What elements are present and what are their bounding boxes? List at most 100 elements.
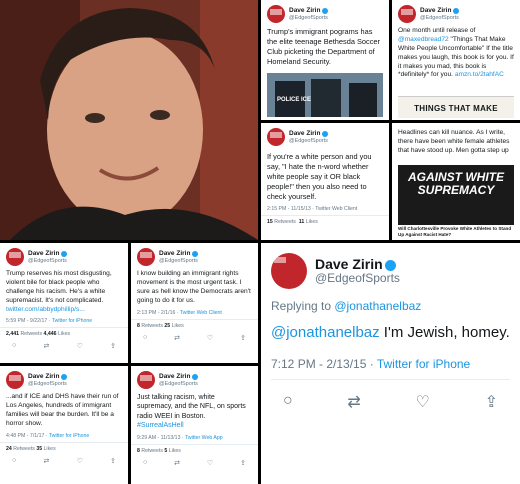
- share-icon[interactable]: ⇪: [240, 334, 246, 342]
- tweet-meta: 9:29 AM - 11/13/13 · Twitter Web App: [137, 434, 223, 441]
- verified-icon: [322, 130, 329, 137]
- avatar[interactable]: [267, 5, 285, 23]
- verified-icon: [61, 250, 68, 257]
- reply-icon[interactable]: ○: [143, 334, 147, 342]
- mention-link[interactable]: @jonathanelbaz: [271, 324, 380, 341]
- reply-context: Replying to @jonathanelbaz: [271, 299, 422, 313]
- reply-icon[interactable]: ○: [143, 459, 147, 467]
- author-handle[interactable]: @EdgeofSports: [315, 271, 400, 285]
- tweet-actions: ○ ⇄ ♡ ⇪: [0, 455, 128, 465]
- avatar[interactable]: [6, 371, 24, 389]
- avatar[interactable]: [137, 371, 155, 389]
- author-name: Dave Zirin: [28, 373, 60, 381]
- tweet-image[interactable]: POLICE ICE: [267, 73, 383, 117]
- avatar[interactable]: [271, 253, 307, 289]
- author-handle[interactable]: @EdgeofSports: [420, 15, 459, 21]
- share-icon[interactable]: ⇪: [485, 392, 498, 412]
- share-icon[interactable]: ⇪: [110, 342, 116, 350]
- verified-icon: [322, 7, 329, 14]
- tweet-meta: 7:12 PM - 2/13/15 · Twitter for iPhone: [271, 343, 510, 380]
- retweet-icon[interactable]: ⇄: [43, 342, 49, 350]
- avatar[interactable]: [398, 5, 416, 23]
- link-caption[interactable]: Will Charlottesville Provoke White Athle…: [398, 226, 514, 237]
- image-caption: POLICE ICE: [277, 97, 312, 103]
- tweet-stats: 24 Retweets 35 Likes: [0, 441, 128, 455]
- tweet-text: One month until release of @maxedbread72…: [398, 27, 514, 79]
- reply-icon[interactable]: ○: [12, 342, 16, 350]
- author-handle[interactable]: @EdgeofSports: [159, 258, 198, 264]
- tweet-stats: 2,441 Retweets 4,446 Likes: [0, 327, 128, 340]
- banner-text: AGAINST WHITE SUPREMACY: [408, 170, 504, 197]
- tweet-text: I know building an immigrant rights move…: [137, 270, 251, 304]
- author-handle[interactable]: @EdgeofSports: [28, 258, 67, 264]
- verified-icon: [61, 373, 68, 380]
- heart-icon[interactable]: ♡: [207, 459, 213, 467]
- share-icon[interactable]: ⇪: [240, 459, 246, 467]
- retweet-icon[interactable]: ⇄: [174, 459, 180, 467]
- author-name: Dave Zirin: [420, 7, 452, 15]
- reply-icon[interactable]: ○: [283, 392, 293, 412]
- author-name: Dave Zirin: [159, 250, 191, 258]
- heart-icon[interactable]: ♡: [77, 457, 83, 465]
- heart-icon[interactable]: ♡: [207, 334, 213, 342]
- author-name: Dave Zirin: [289, 130, 321, 138]
- quoted-link[interactable]: twitter.com/abbydphillip/s...: [6, 306, 85, 313]
- tweet-stats: 8 Retweets 25 Likes: [131, 318, 258, 332]
- tweet-text: Headlines can kill nuance. As I write, t…: [398, 129, 510, 154]
- tweet-meta: 4:48 PM - 7/1/17 · Twitter for iPhone: [6, 432, 90, 439]
- book-link[interactable]: amzn.to/2tahfAC: [455, 71, 504, 78]
- hashtag-link[interactable]: #SurrealAsHell: [137, 422, 184, 429]
- tweet-card-9[interactable]: Dave Zirin @EdgeofSports Just talking ra…: [131, 366, 258, 484]
- portrait-image: [0, 0, 258, 240]
- verified-icon: [384, 259, 396, 271]
- author-handle[interactable]: @EdgeofSports: [289, 138, 328, 144]
- tweet-text: Trump reserves his most disgusting, viol…: [6, 270, 112, 313]
- tweet-stats: 8 Retweets 5 Likes: [131, 443, 258, 457]
- author-name: Dave Zirin: [159, 373, 191, 381]
- reply-to-link[interactable]: @jonathanelbaz: [334, 299, 421, 313]
- verified-icon: [192, 250, 199, 257]
- tweet-card-1[interactable]: Dave Zirin @EdgeofSports Trump's immigra…: [261, 0, 389, 120]
- tweet-card-3[interactable]: Dave Zirin @EdgeofSports If you're a whi…: [261, 123, 389, 240]
- tweet-text: @jonathanelbaz I'm Jewish, homey.: [271, 324, 510, 341]
- tweet-stats: 15 Retweets 11 Likes: [261, 214, 389, 228]
- tweet-text: If you're a white person and you say, "I…: [267, 152, 372, 201]
- tweet-actions: ○ ⇄ ♡ ⇪: [261, 380, 520, 412]
- retweet-icon[interactable]: ⇄: [43, 457, 49, 465]
- tweet-card-5[interactable]: Dave Zirin @EdgeofSports Trump reserves …: [0, 243, 128, 363]
- reply-icon[interactable]: ○: [12, 457, 16, 465]
- author-name: Dave Zirin: [315, 255, 383, 272]
- avatar[interactable]: [267, 128, 285, 146]
- author-handle[interactable]: @EdgeofSports: [28, 381, 67, 387]
- verified-icon: [453, 7, 460, 14]
- tweet-card-8[interactable]: Dave Zirin @EdgeofSports ...and if ICE a…: [0, 366, 128, 484]
- author-name: Dave Zirin: [289, 7, 321, 15]
- tweet-text: ...and if ICE and DHS have their run of …: [6, 393, 119, 427]
- tweet-actions: ○ ⇄ ♡ ⇪: [131, 332, 258, 342]
- book-image[interactable]: THINGS THAT MAKE: [398, 96, 514, 118]
- tweet-card-6[interactable]: Dave Zirin @EdgeofSports I know building…: [131, 243, 258, 363]
- tweet-card-2[interactable]: Dave Zirin @EdgeofSports One month until…: [392, 0, 520, 120]
- image-caption: THINGS THAT MAKE: [414, 104, 498, 113]
- tweet-meta: 2:13 PM - 2/1/16 · Twitter Web Client: [137, 309, 222, 316]
- heart-icon[interactable]: ♡: [77, 342, 83, 350]
- tweet-card-7[interactable]: Dave Zirin @EdgeofSports Replying to @jo…: [261, 243, 520, 484]
- tweet-actions: ○ ⇄ ♡ ⇪: [131, 457, 258, 467]
- retweet-icon[interactable]: ⇄: [174, 334, 180, 342]
- retweet-icon[interactable]: ⇄: [347, 392, 360, 412]
- share-icon[interactable]: ⇪: [110, 457, 116, 465]
- heart-icon[interactable]: ♡: [416, 392, 430, 412]
- tweet-text: Trump's immigrant pograms has the elite …: [267, 27, 380, 66]
- avatar[interactable]: [137, 248, 155, 266]
- profile-photo: [0, 0, 258, 240]
- tweet-actions: ○ ⇄ ♡ ⇪: [0, 340, 128, 350]
- author-handle[interactable]: @EdgeofSports: [289, 15, 328, 21]
- tweet-text: Just talking racism, white supremacy, an…: [137, 394, 246, 430]
- tweet-meta: 5:59 PM - 9/22/17 · Twitter for iPhone: [6, 318, 93, 325]
- tweet-card-4[interactable]: Headlines can kill nuance. As I write, t…: [392, 123, 520, 240]
- protest-image[interactable]: AGAINST WHITE SUPREMACY: [398, 165, 514, 225]
- verified-icon: [192, 373, 199, 380]
- author-handle[interactable]: @EdgeofSports: [159, 381, 198, 387]
- avatar[interactable]: [6, 248, 24, 266]
- mention-link[interactable]: @maxedbread72: [398, 36, 449, 43]
